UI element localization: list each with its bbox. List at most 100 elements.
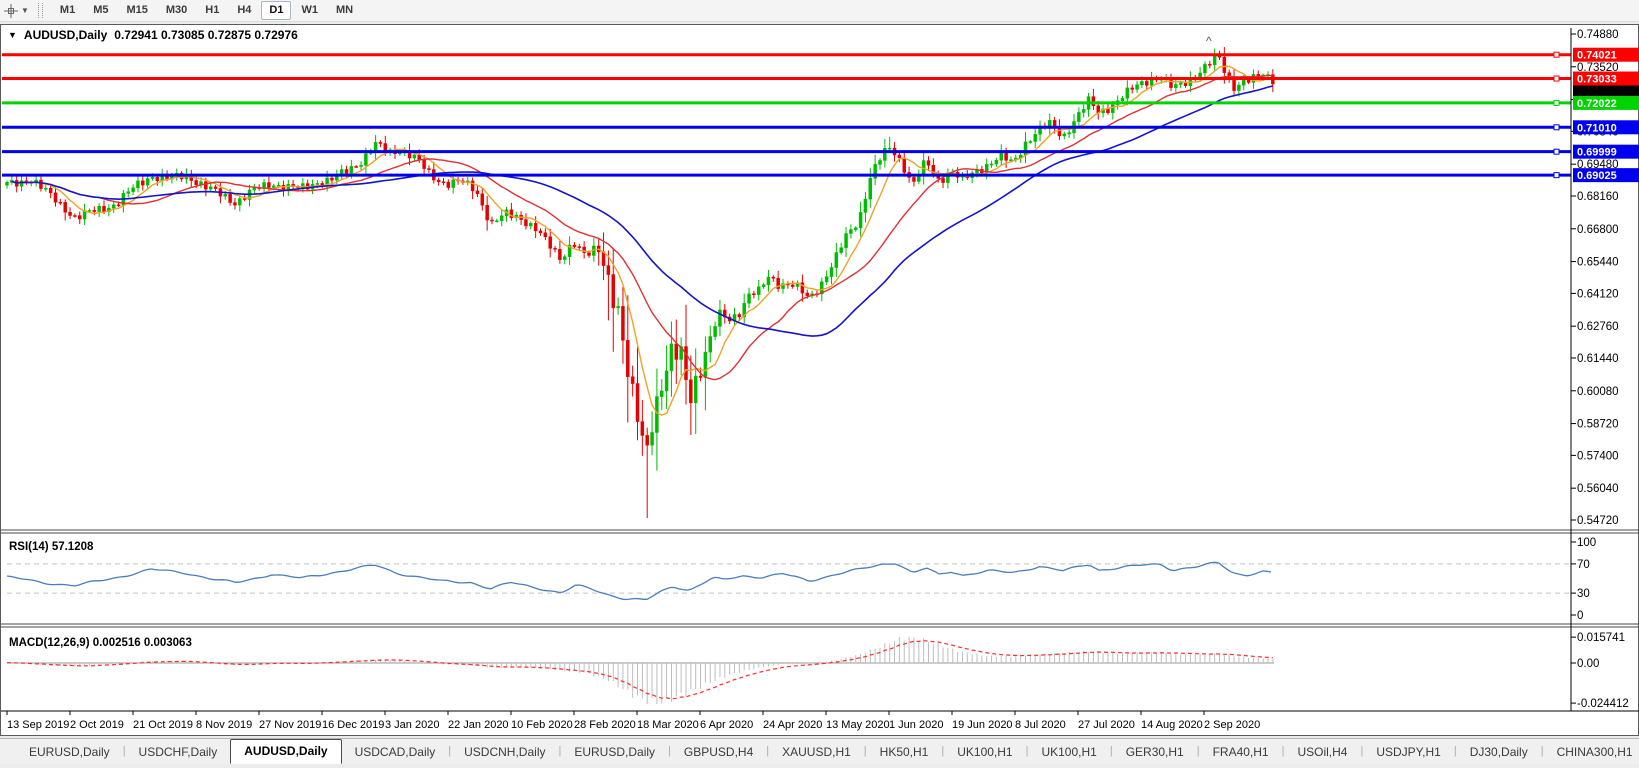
macd-signal-line <box>7 641 1273 699</box>
timeframe-buttons: M1M5M15M30H1H4D1W1MN <box>51 1 362 20</box>
svg-text:0: 0 <box>1577 610 1583 622</box>
symbol-tab-eurusd-daily[interactable]: EURUSD,Daily <box>16 741 123 764</box>
timeframe-button-h1[interactable]: H1 <box>197 1 227 20</box>
symbol-tab-hk50-h1[interactable]: HK50,H1 <box>867 741 942 764</box>
chart-symbol-label: AUDUSD,Daily <box>24 28 107 42</box>
svg-text:0.66800: 0.66800 <box>1577 224 1619 236</box>
rsi-indicator-label: RSI(14) 57.1208 <box>9 541 93 553</box>
svg-text:0.64120: 0.64120 <box>1577 288 1619 300</box>
svg-text:-0.024412: -0.024412 <box>1577 698 1629 710</box>
svg-text:0.69999: 0.69999 <box>1577 147 1617 159</box>
timeframe-button-d1[interactable]: D1 <box>261 1 291 20</box>
symbol-tab-uk100-h1[interactable]: UK100,H1 <box>944 741 1025 764</box>
macd-pane: 0.015741 0.00 -0.024412 <box>7 632 1629 710</box>
top-toolbar: ▼ M1M5M15M30H1H4D1W1MN <box>0 0 1639 22</box>
moving-averages <box>12 66 1273 415</box>
symbol-tab-bar: EURUSD,Daily|USDCHF,DailyAUDUSD,DailyUSD… <box>0 738 1639 764</box>
svg-text:0.56040: 0.56040 <box>1577 483 1619 495</box>
rsi-line <box>7 562 1271 599</box>
timeframe-button-mn[interactable]: MN <box>328 1 361 20</box>
svg-text:27 Nov 2019: 27 Nov 2019 <box>259 719 321 731</box>
svg-text:13 May 2020: 13 May 2020 <box>826 719 890 731</box>
svg-text:19 Jun 2020: 19 Jun 2020 <box>952 719 1013 731</box>
svg-text:0.62760: 0.62760 <box>1577 321 1619 333</box>
timeframe-button-m5[interactable]: M5 <box>85 1 116 20</box>
symbol-tab-usdcnh-daily[interactable]: USDCNH,Daily <box>451 741 558 764</box>
svg-text:10 Feb 2020: 10 Feb 2020 <box>511 719 573 731</box>
svg-text:0.00: 0.00 <box>1577 658 1599 670</box>
symbol-tab-xauusd-h1[interactable]: XAUUSD,H1 <box>769 741 864 764</box>
macd-indicator-label: MACD(12,26,9) 0.002516 0.003063 <box>9 637 192 649</box>
svg-text:0.73033: 0.73033 <box>1577 74 1617 86</box>
svg-text:21 Oct 2019: 21 Oct 2019 <box>133 719 193 731</box>
cursor-tool-button[interactable]: ▼ <box>0 3 32 19</box>
svg-text:3 Jan 2020: 3 Jan 2020 <box>385 719 439 731</box>
svg-text:0.72022: 0.72022 <box>1577 98 1617 110</box>
svg-text:14 Aug 2020: 14 Aug 2020 <box>1141 719 1203 731</box>
svg-text:0.71010: 0.71010 <box>1577 122 1617 134</box>
symbol-tab-audusd-daily[interactable]: AUDUSD,Daily <box>230 739 341 764</box>
svg-text:28 Feb 2020: 28 Feb 2020 <box>574 719 636 731</box>
ma-line-slow <box>12 86 1273 336</box>
timeframe-button-m1[interactable]: M1 <box>52 1 83 20</box>
crosshair-icon <box>3 3 19 19</box>
svg-text:18 Mar 2020: 18 Mar 2020 <box>637 719 699 731</box>
chart-collapse-arrow[interactable]: ▼ <box>8 30 17 40</box>
macd-histogram <box>7 637 1273 704</box>
svg-text:24 Apr 2020: 24 Apr 2020 <box>763 719 822 731</box>
ma-line-mid <box>12 76 1273 380</box>
candlesticks <box>6 47 1275 518</box>
svg-text:27 Jul 2020: 27 Jul 2020 <box>1078 719 1135 731</box>
svg-text:^: ^ <box>1206 34 1212 48</box>
svg-text:0.57400: 0.57400 <box>1577 450 1619 462</box>
svg-text:30: 30 <box>1577 588 1590 600</box>
svg-text:16 Dec 2019: 16 Dec 2019 <box>322 719 384 731</box>
svg-text:22 Jan 2020: 22 Jan 2020 <box>448 719 509 731</box>
svg-text:8 Nov 2019: 8 Nov 2019 <box>196 719 252 731</box>
svg-text:0.60080: 0.60080 <box>1577 386 1619 398</box>
symbol-tab-usdjpy-h1[interactable]: USDJPY,H1 <box>1363 741 1453 764</box>
svg-text:6 Apr 2020: 6 Apr 2020 <box>700 719 753 731</box>
symbol-tab-dj30-daily[interactable]: DJ30,Daily <box>1457 741 1541 764</box>
svg-text:0.015741: 0.015741 <box>1577 632 1625 644</box>
svg-text:13 Sep 2019: 13 Sep 2019 <box>7 719 69 731</box>
svg-text:0.54720: 0.54720 <box>1577 515 1619 527</box>
symbol-tab-china300-h1[interactable]: CHINA300,H1 <box>1544 741 1639 764</box>
ma-line-fast <box>12 66 1273 415</box>
svg-text:2 Sep 2020: 2 Sep 2020 <box>1204 719 1260 731</box>
symbol-tab-eurusd-daily[interactable]: EURUSD,Daily <box>561 741 668 764</box>
symbol-tab-uk100-h1[interactable]: UK100,H1 <box>1028 741 1109 764</box>
symbol-tab-usdcad-daily[interactable]: USDCAD,Daily <box>342 741 449 764</box>
svg-text:0.68160: 0.68160 <box>1577 191 1619 203</box>
pane-separators <box>1 28 1639 711</box>
svg-text:0.61440: 0.61440 <box>1577 353 1619 365</box>
symbol-tab-gbpusd-h4[interactable]: GBPUSD,H4 <box>671 741 766 764</box>
price-chart-surface[interactable]: 0.748800.735200.721600.708400.694800.681… <box>1 25 1639 735</box>
svg-text:1 Jun 2020: 1 Jun 2020 <box>889 719 943 731</box>
svg-text:8 Jul 2020: 8 Jul 2020 <box>1015 719 1066 731</box>
chart-window: 0.748800.735200.721600.708400.694800.681… <box>0 24 1639 736</box>
svg-text:0.65440: 0.65440 <box>1577 257 1619 269</box>
svg-text:0.74880: 0.74880 <box>1577 29 1619 41</box>
time-axis[interactable]: 13 Sep 20192 Oct 2019 21 Oct 20198 Nov 20… <box>7 711 1260 731</box>
symbol-tab-ger30-h1[interactable]: GER30,H1 <box>1113 741 1197 764</box>
tool-dropdown-arrow[interactable]: ▼ <box>21 6 29 15</box>
toolbar-grip <box>38 3 43 18</box>
svg-text:0.69025: 0.69025 <box>1577 170 1617 182</box>
symbol-tab-fra40-h1[interactable]: FRA40,H1 <box>1200 741 1282 764</box>
timeframe-button-m30[interactable]: M30 <box>158 1 195 20</box>
svg-text:100: 100 <box>1577 537 1596 549</box>
chart-title: ▼ AUDUSD,Daily 0.72941 0.73085 0.72875 0… <box>8 28 298 42</box>
symbol-tab-usdchf-daily[interactable]: USDCHF,Daily <box>126 741 231 764</box>
timeframe-button-w1[interactable]: W1 <box>293 1 326 20</box>
symbol-tab-usoil-h4[interactable]: USOil,H4 <box>1284 741 1360 764</box>
rsi-pane: 10070300 <box>7 537 1596 622</box>
timeframe-button-m15[interactable]: M15 <box>118 1 155 20</box>
horizontal-lines[interactable] <box>2 52 1571 177</box>
svg-text:0.74021: 0.74021 <box>1577 50 1617 62</box>
svg-text:0.58720: 0.58720 <box>1577 419 1619 431</box>
svg-text:2 Oct 2019: 2 Oct 2019 <box>70 719 124 731</box>
timeframe-button-h4[interactable]: H4 <box>229 1 259 20</box>
bid-price-label <box>1573 85 1639 97</box>
scroll-marker: ^ <box>1206 34 1212 48</box>
